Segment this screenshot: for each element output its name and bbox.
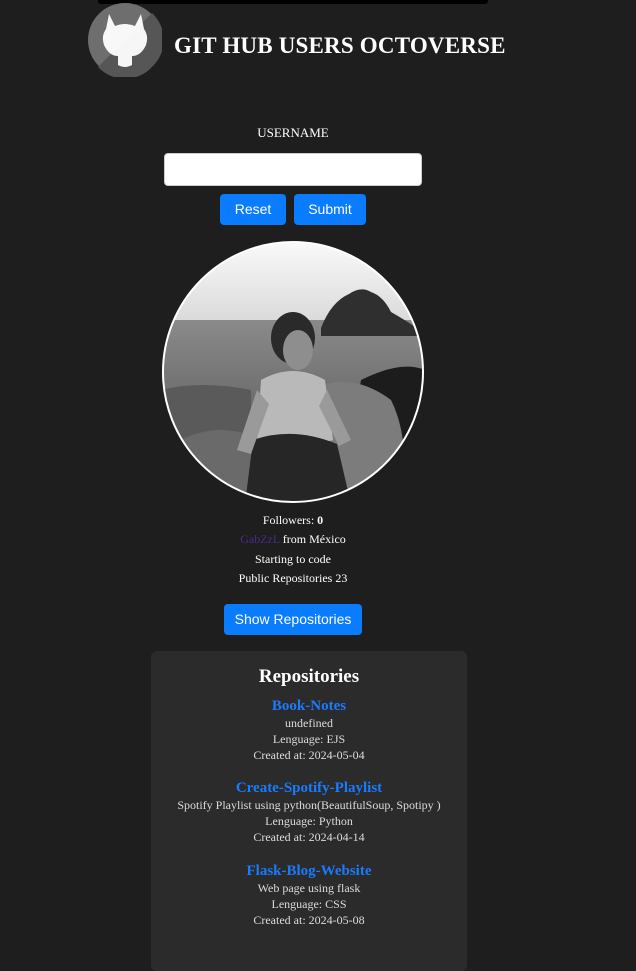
repo-name-link[interactable]: Flask-Blog-Website (0, 862, 618, 880)
followers-line: Followers: 0 (0, 513, 586, 528)
language-label: Lenguage: (265, 814, 316, 828)
location-prefix: from (282, 532, 307, 546)
public-repos-line: Public Repositories 23 (0, 571, 586, 586)
language-value: Python (318, 814, 353, 828)
github-octocat-icon (88, 3, 162, 77)
user-bio: Starting to code (255, 552, 331, 566)
repositories-heading: Repositories (258, 666, 360, 687)
repo-name-link[interactable]: Book-Notes (0, 697, 618, 715)
created-value: 2024-05-04 (308, 748, 365, 762)
repo-description: undefined (285, 716, 333, 730)
username-input[interactable] (164, 153, 422, 186)
repo-language: Lenguage: CSS (0, 896, 618, 912)
language-label: Lenguage: (272, 732, 324, 746)
app-title: GIT HUB USERS OCTOVERSE (174, 33, 506, 58)
created-value: 2024-05-08 (308, 913, 365, 927)
public-repos-label: Public Repositories (238, 571, 333, 585)
followers-count: 0 (317, 513, 324, 527)
language-value: CSS (325, 897, 347, 911)
repo-created: Created at: 2024-05-04 (0, 747, 618, 763)
repo-created: Created at: 2024-04-14 (0, 829, 618, 845)
reset-button[interactable]: Reset (220, 194, 286, 225)
repo-description: Web page using flask (257, 881, 361, 895)
created-label: Created at: (253, 830, 306, 844)
user-location: México (309, 532, 346, 546)
public-repos-count: 23 (335, 571, 348, 585)
show-repositories-button[interactable]: Show Repositories (224, 604, 362, 635)
repo-item: Flask-Blog-Website Web page using flask … (0, 862, 618, 928)
repo-item: Book-Notes undefined Lenguage: EJS Creat… (0, 697, 618, 763)
repo-language: Lenguage: Python (0, 813, 618, 829)
app-header: GIT HUB USERS OCTOVERSE (88, 3, 548, 77)
created-label: Created at: (253, 748, 306, 762)
followers-label: Followers: (262, 513, 315, 527)
repo-language: Lenguage: EJS (0, 731, 618, 747)
created-value: 2024-04-14 (308, 830, 365, 844)
submit-button[interactable]: Submit (294, 194, 366, 225)
user-location-line: GabZzL from México (0, 532, 586, 547)
language-label: Lenguage: (271, 897, 323, 911)
repo-created: Created at: 2024-05-08 (0, 912, 618, 928)
repo-name-link[interactable]: Create-Spotify-Playlist (0, 779, 618, 797)
language-value: EJS (326, 732, 346, 746)
repo-item: Create-Spotify-Playlist Spotify Playlist… (0, 779, 618, 845)
avatar (162, 241, 424, 503)
created-label: Created at: (253, 913, 306, 927)
repo-description: Spotify Playlist using python(BeautifulS… (177, 798, 441, 812)
user-login-link[interactable]: GabZzL (240, 532, 280, 546)
username-label: USERNAME (257, 125, 329, 140)
